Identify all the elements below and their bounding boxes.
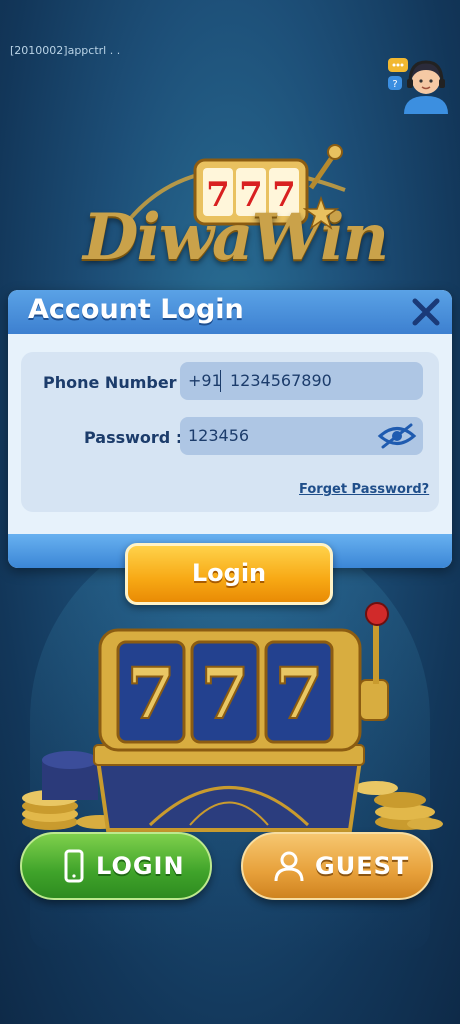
slot-reel-digit: 7 [201, 652, 250, 735]
login-button-label: Login [191, 559, 267, 587]
slot-machine-illustration: 7 7 7 [22, 602, 443, 832]
guest-login-button[interactable]: GUEST [241, 832, 433, 900]
guest-login-label: GUEST [315, 852, 410, 880]
account-login-dialog: Account Login Phone Number : +91 1234567… [8, 290, 452, 568]
eye-slash-icon[interactable] [377, 423, 417, 449]
brand-logo: 7 7 7 DiwaWin [55, 130, 415, 290]
password-input[interactable]: 123456 [180, 417, 423, 455]
brand-name: DiwaWin [83, 200, 389, 275]
phone-login-button[interactable]: LOGIN [20, 832, 212, 900]
phone-number-input[interactable]: +91 1234567890 [180, 362, 423, 400]
login-button[interactable]: Login [125, 543, 333, 605]
star-icon [303, 196, 339, 230]
password-label: Password : [84, 428, 183, 447]
debug-label: [2010002]appctrl . . [10, 44, 121, 57]
svg-text:?: ? [392, 79, 397, 90]
slot-reel-digit: 7 [127, 652, 176, 735]
login-form: Phone Number : +91 1234567890 Password :… [21, 352, 439, 512]
forget-password-link[interactable]: Forget Password? [299, 482, 429, 497]
user-icon [274, 851, 304, 882]
phone-icon [64, 849, 84, 883]
close-icon[interactable] [410, 296, 442, 328]
country-code[interactable]: +91 [188, 371, 222, 390]
field-divider [220, 370, 221, 392]
phone-login-label: LOGIN [96, 852, 185, 880]
dialog-title: Account Login [28, 294, 244, 325]
customer-support-icon[interactable]: ? [386, 52, 452, 118]
slot-reel-digit: 7 [275, 652, 324, 735]
phone-number-label: Phone Number : [43, 373, 189, 392]
dialog-header: Account Login [8, 290, 452, 334]
password-value[interactable]: 123456 [188, 426, 249, 445]
phone-number-value[interactable]: 1234567890 [230, 371, 332, 390]
